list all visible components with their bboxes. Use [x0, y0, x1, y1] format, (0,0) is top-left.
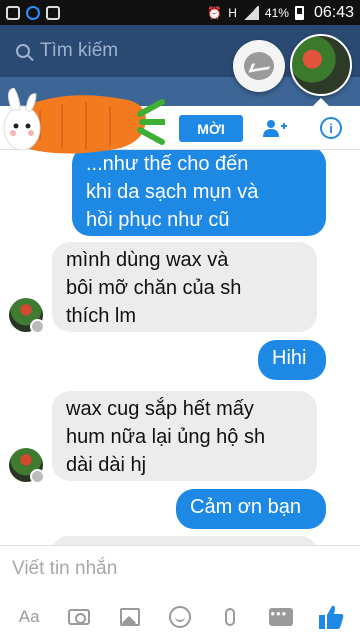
- composer-toolbar: Aa: [0, 593, 360, 640]
- text-style-button[interactable]: Aa: [14, 602, 44, 632]
- camera-icon: [68, 608, 91, 625]
- battery-percent: 41%: [264, 5, 289, 20]
- emoji-icon: [168, 605, 191, 628]
- image-icon: [119, 607, 140, 626]
- sender-avatar[interactable]: [9, 448, 45, 484]
- add-people-icon[interactable]: [262, 118, 288, 138]
- message-line: hồi phục như cũ: [86, 209, 230, 231]
- phone-icon: [46, 5, 60, 20]
- clock: 06:43: [313, 3, 354, 21]
- messenger-icon: [244, 52, 274, 80]
- message-line: Hihi: [272, 347, 307, 369]
- more-icon: [268, 606, 293, 626]
- message-line: Cảm ơn bạn: [190, 496, 301, 518]
- message-bubble-outgoing[interactable]: Hihi: [258, 340, 326, 380]
- status-bar: ⏰ H 41% 06:43: [0, 0, 360, 25]
- message-list[interactable]: ...như thế cho đến khi da sạch mụn và hồ…: [0, 150, 360, 590]
- more-button[interactable]: [266, 602, 296, 632]
- gallery-button[interactable]: [115, 602, 145, 632]
- sender-avatar[interactable]: [9, 298, 45, 334]
- message-line: thích lm: [66, 305, 137, 327]
- message-input[interactable]: Viết tin nhắn: [0, 545, 360, 593]
- message-bubble-incoming[interactable]: wax cug sắp hết mấy hum nữa lại ủng hộ s…: [52, 391, 317, 481]
- search-icon: [16, 44, 30, 58]
- battery-icon: [294, 5, 304, 20]
- carrot-sticker-image: [3, 88, 165, 154]
- search-placeholder: Tìm kiếm: [40, 40, 119, 61]
- sync-icon: [26, 5, 40, 20]
- like-button[interactable]: [316, 602, 346, 632]
- like-icon: [318, 605, 344, 629]
- message-line: dài dài hj: [66, 454, 147, 476]
- alarm-icon: ⏰: [207, 5, 223, 20]
- message-input-placeholder: Viết tin nhắn: [12, 558, 118, 579]
- emoji-button[interactable]: [165, 602, 195, 632]
- message-line: bôi mỡ chăn của sh: [66, 277, 242, 299]
- message-line: wax cug sắp hết mấy: [66, 398, 254, 420]
- camera-button[interactable]: [64, 602, 94, 632]
- invite-button[interactable]: MỜI: [179, 115, 243, 142]
- message-line: hum nữa lại ủng hộ sh: [66, 426, 266, 448]
- voice-button[interactable]: [215, 602, 245, 632]
- message-line: khi da sạch mụn và: [86, 181, 259, 203]
- skype-icon: [6, 5, 20, 20]
- signal-icon: [242, 5, 259, 20]
- messenger-chat-head[interactable]: [233, 40, 285, 92]
- message-bubble-incoming[interactable]: mình dùng wax và bôi mỡ chăn của sh thíc…: [52, 242, 317, 332]
- network-type: H: [228, 5, 237, 20]
- message-line: mình dùng wax và: [66, 249, 229, 271]
- microphone-icon: [225, 607, 236, 626]
- message-bubble-outgoing[interactable]: Cảm ơn bạn: [176, 489, 326, 529]
- info-icon[interactable]: i: [320, 117, 342, 139]
- contact-chat-head-avatar[interactable]: [290, 34, 352, 96]
